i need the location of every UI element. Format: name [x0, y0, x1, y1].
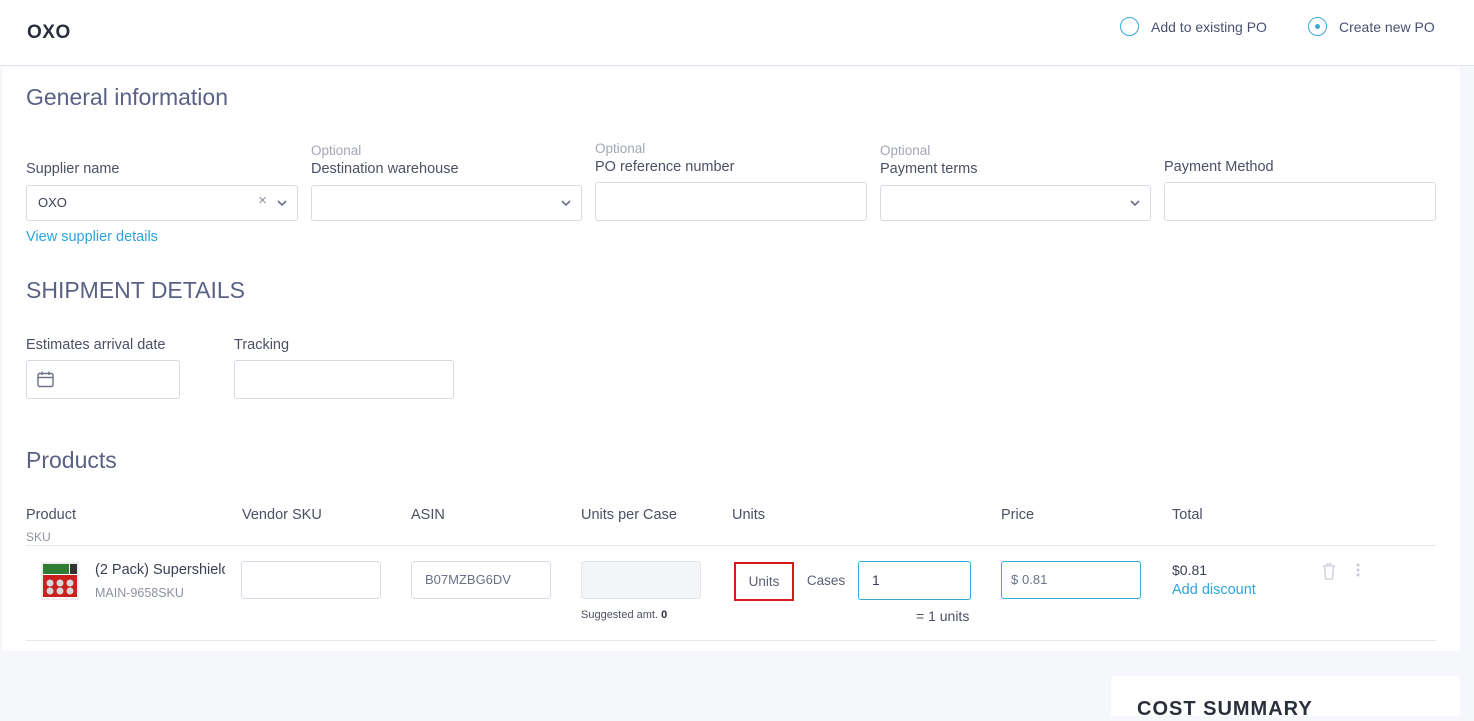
- payment-terms-optional-label: Optional: [880, 143, 931, 158]
- chevron-down-icon: [561, 200, 571, 207]
- price-value: 0.81: [1022, 572, 1048, 587]
- warehouse-optional-label: Optional: [311, 143, 362, 158]
- po-reference-input[interactable]: [595, 182, 867, 221]
- supplier-name-label: Supplier name: [26, 161, 120, 177]
- cases-toggle-button[interactable]: Cases: [794, 562, 858, 601]
- arrival-date-input[interactable]: [26, 360, 180, 399]
- quantity-input[interactable]: 1: [858, 561, 971, 600]
- payment-method-input[interactable]: [1164, 182, 1436, 221]
- tracking-input[interactable]: [234, 360, 454, 399]
- general-info-title: General information: [26, 84, 228, 110]
- supplier-select[interactable]: OXO ×: [26, 185, 298, 221]
- arrival-date-label: Estimates arrival date: [26, 337, 166, 353]
- supplier-select-value: OXO: [38, 195, 67, 210]
- page-title: OXO: [27, 22, 71, 43]
- payment-terms-label: Payment terms: [880, 161, 978, 177]
- col-product: Product: [26, 507, 76, 523]
- radio-create-new-po[interactable]: [1308, 17, 1327, 36]
- chevron-down-icon: [277, 200, 287, 207]
- col-units: Units: [732, 507, 766, 523]
- product-name[interactable]: (2 Pack) Supershield: [95, 562, 225, 578]
- suggested-amount-label: Suggested amt.: [581, 609, 659, 621]
- radio-label-create-new-po: Create new PO: [1339, 18, 1435, 35]
- destination-warehouse-select[interactable]: [311, 185, 582, 221]
- payment-method-label: Payment Method: [1164, 159, 1274, 175]
- clear-icon[interactable]: ×: [258, 192, 267, 209]
- suggested-amount: Suggested amt. 0: [581, 609, 667, 621]
- shipment-details-title: SHIPMENT DETAILS: [26, 277, 245, 303]
- asin-value: B07MZBG6DV: [425, 572, 511, 587]
- products-title: Products: [26, 447, 117, 473]
- product-sku: MAIN-9658SKU: [95, 586, 184, 600]
- row-total: $0.81: [1172, 562, 1208, 578]
- po-ref-optional-label: Optional: [595, 141, 646, 156]
- more-vertical-icon[interactable]: [1354, 562, 1362, 578]
- cost-summary-title: COST SUMMARY: [1137, 698, 1313, 720]
- cost-summary-card: COST SUMMARY: [1111, 676, 1460, 720]
- tracking-label: Tracking: [234, 337, 290, 353]
- col-asin: ASIN: [411, 507, 445, 523]
- units-toggle-button[interactable]: Units: [734, 562, 794, 601]
- asin-input[interactable]: B07MZBG6DV: [411, 561, 551, 599]
- payment-terms-select[interactable]: [880, 185, 1151, 221]
- suggested-amount-value: 0: [661, 609, 668, 621]
- product-thumbnail[interactable]: [40, 561, 80, 601]
- col-vendor-sku: Vendor SKU: [242, 507, 322, 523]
- units-equivalent: = 1 units: [916, 608, 970, 624]
- calendar-icon[interactable]: [36, 370, 55, 389]
- add-discount-link[interactable]: Add discount: [1172, 582, 1256, 598]
- option-add-existing-po[interactable]: Add to existing PO: [1120, 17, 1267, 36]
- table-header-divider: [26, 545, 1436, 546]
- view-supplier-details-link[interactable]: View supplier details: [26, 229, 158, 245]
- units-per-case-input: [581, 561, 701, 599]
- currency-symbol: $: [1011, 572, 1019, 587]
- header-bar: OXO Add to existing PO Create new PO: [0, 0, 1474, 66]
- option-create-new-po[interactable]: Create new PO: [1308, 17, 1435, 36]
- chevron-down-icon: [1130, 200, 1140, 207]
- col-total: Total: [1172, 507, 1203, 523]
- col-price: Price: [1001, 507, 1035, 523]
- quantity-value: 1: [872, 572, 880, 588]
- radio-label-add-existing-po: Add to existing PO: [1151, 18, 1267, 35]
- vendor-sku-input[interactable]: [241, 561, 381, 599]
- trash-icon[interactable]: [1320, 561, 1338, 581]
- destination-warehouse-label: Destination warehouse: [311, 161, 459, 177]
- radio-add-existing-po[interactable]: [1120, 17, 1139, 36]
- price-input[interactable]: $ 0.81: [1001, 561, 1141, 599]
- po-reference-label: PO reference number: [595, 159, 735, 175]
- col-sku: SKU: [26, 530, 51, 544]
- table-row-divider: [26, 640, 1436, 641]
- col-units-per-case: Units per Case: [581, 507, 677, 523]
